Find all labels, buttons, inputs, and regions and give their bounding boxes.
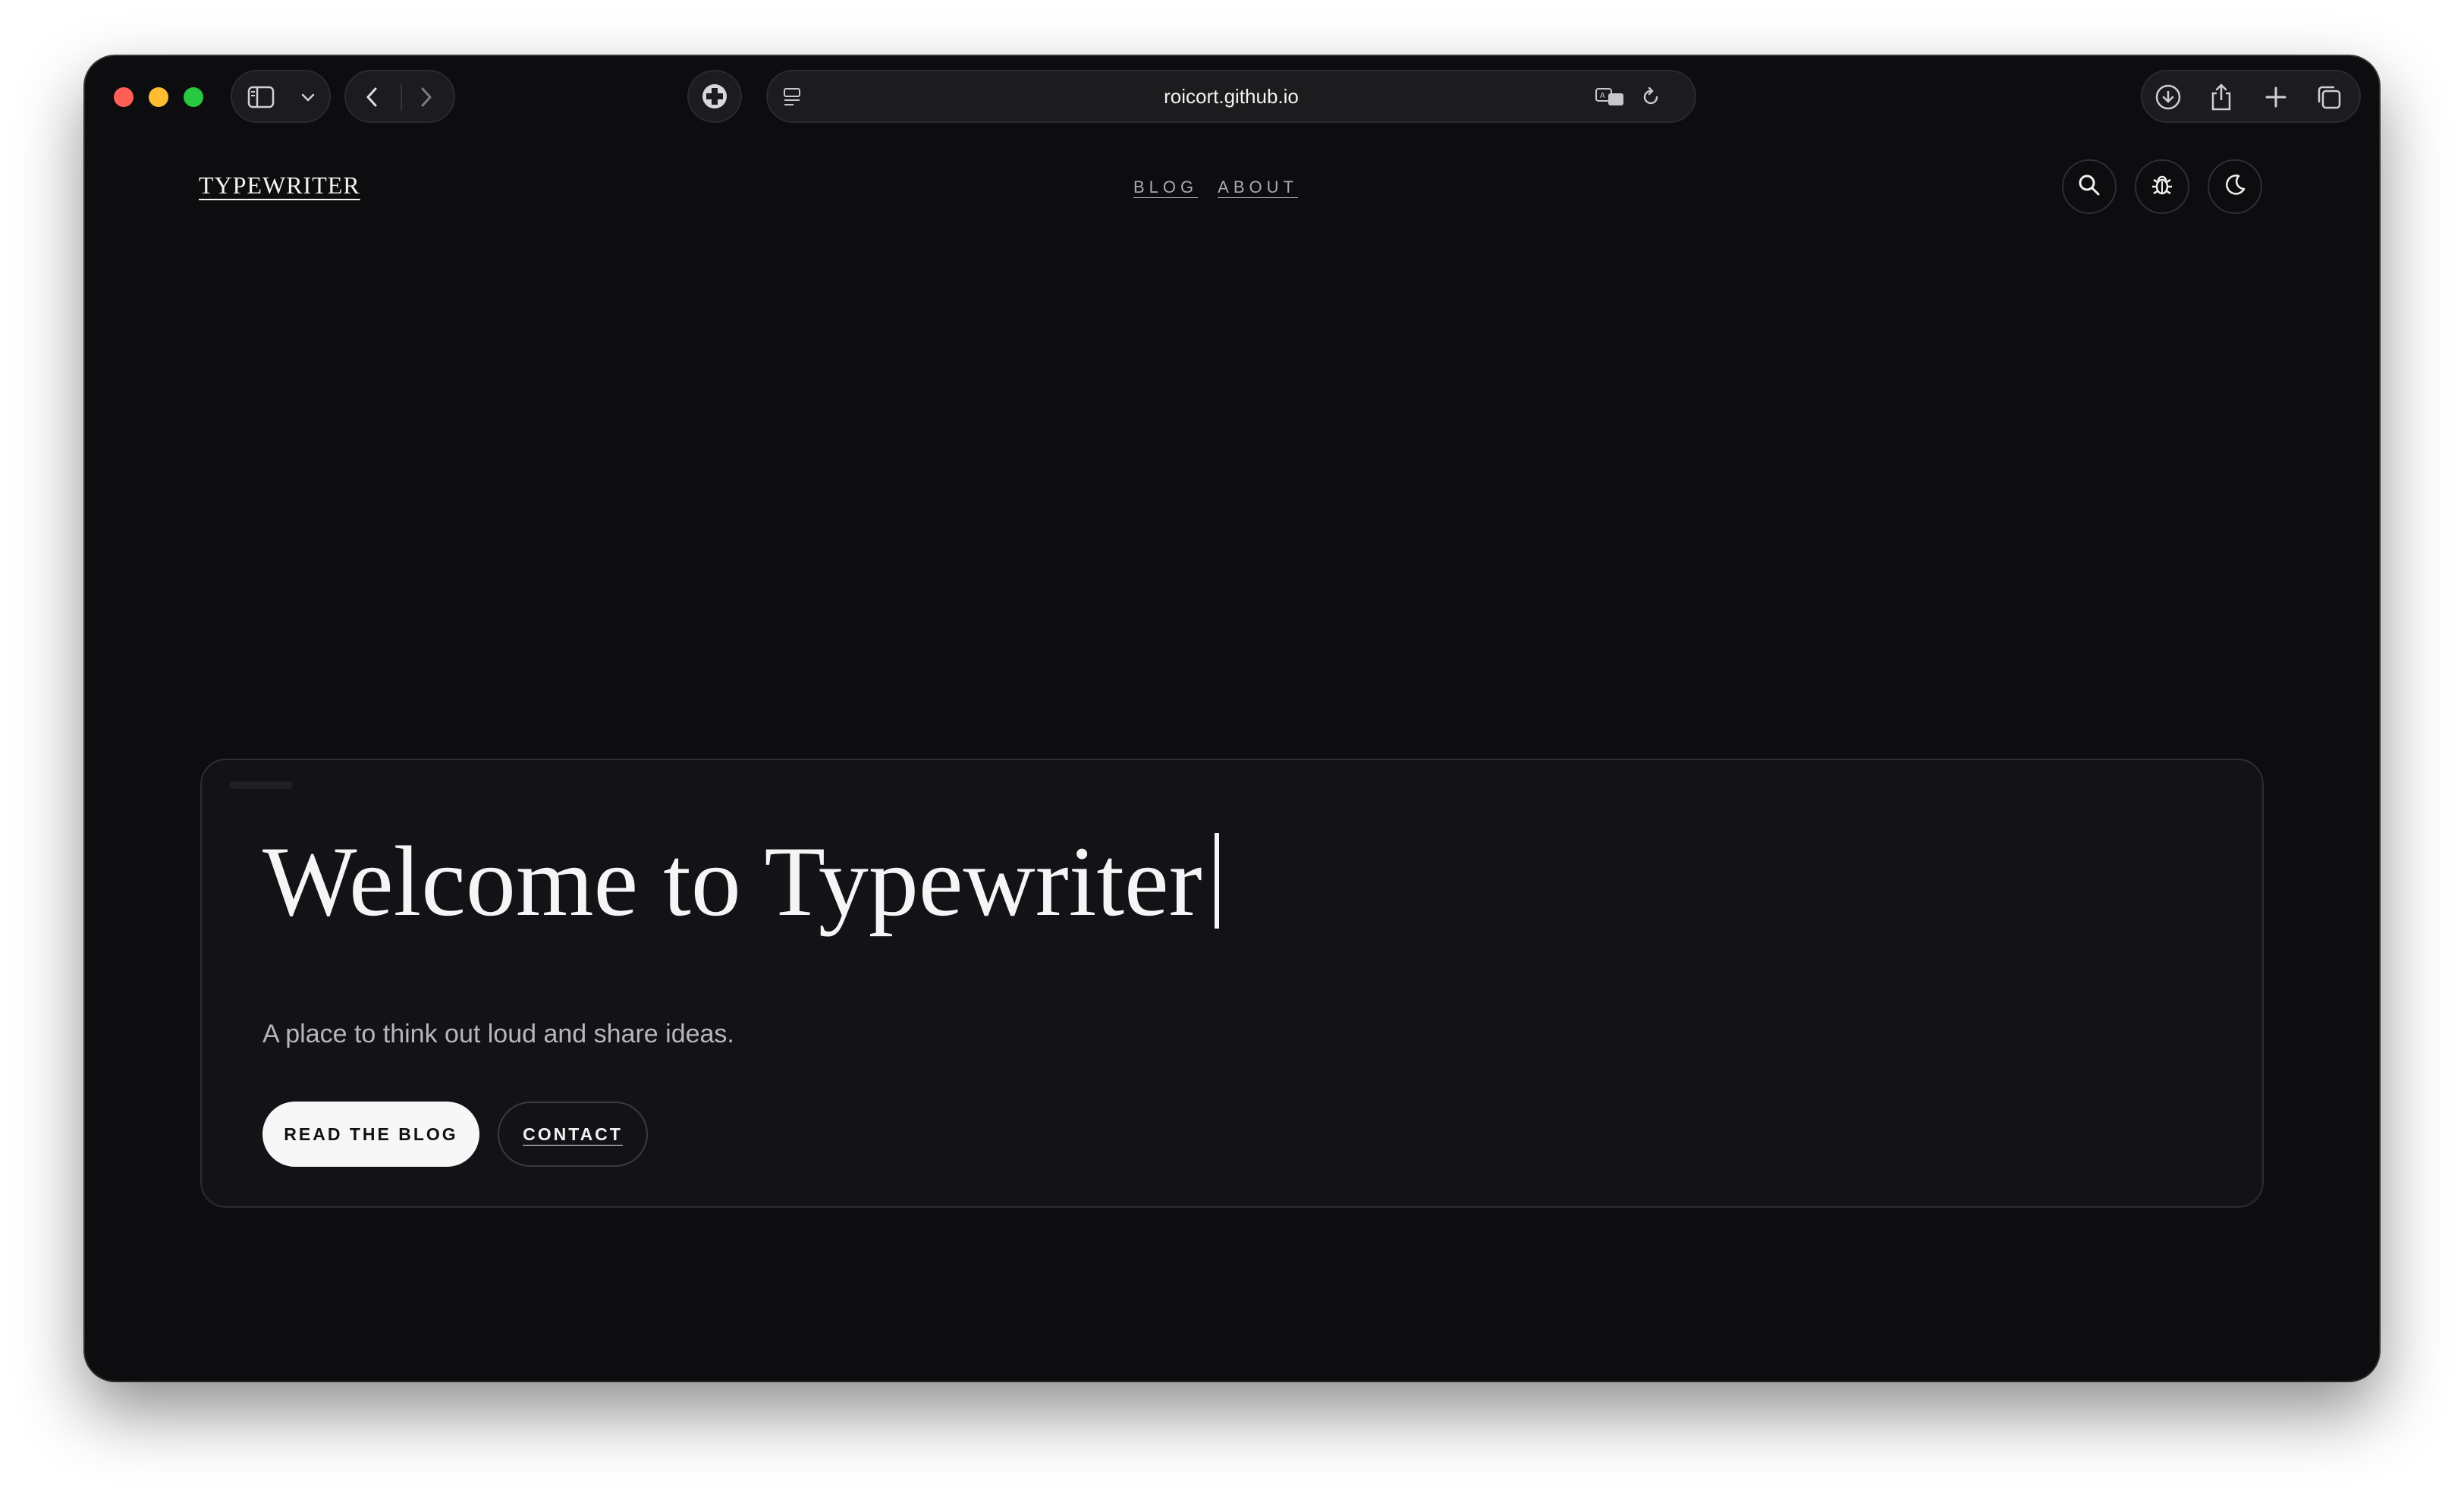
reload-icon[interactable] <box>1637 83 1664 111</box>
forward-arrow-icon[interactable] <box>411 82 442 112</box>
share-icon[interactable] <box>2206 80 2236 114</box>
hero-title-text: Welcome to Typewriter <box>262 825 1202 937</box>
address-bar[interactable]: roicort.github.io A <box>766 70 1696 123</box>
url-text[interactable]: roicort.github.io <box>768 71 1695 121</box>
extension-button[interactable] <box>687 70 742 123</box>
site-nav: BLOG ABOUT <box>1133 178 1298 197</box>
browser-toolbar: roicort.github.io A <box>85 56 2379 135</box>
moon-icon <box>2222 172 2248 202</box>
sidebar-toggle-group <box>231 70 331 123</box>
browser-actions-group <box>2141 70 2361 123</box>
extension-icon <box>702 84 727 108</box>
theme-toggle-button[interactable] <box>2208 159 2262 214</box>
search-button[interactable] <box>2062 159 2117 214</box>
sidebar-icon[interactable] <box>246 82 276 112</box>
contact-button-label: CONTACT <box>523 1124 623 1144</box>
nav-link-blog[interactable]: BLOG <box>1133 178 1198 197</box>
hero-subtitle: A place to think out loud and share idea… <box>262 1020 734 1048</box>
tab-overview-icon[interactable] <box>2314 82 2344 112</box>
translate-icon[interactable]: A <box>1595 83 1625 111</box>
hero-title: Welcome to Typewriter <box>262 821 1219 942</box>
typing-cursor <box>1214 833 1219 929</box>
back-arrow-icon[interactable] <box>357 82 387 112</box>
plus-icon[interactable] <box>2261 82 2291 112</box>
close-window-button[interactable] <box>114 87 134 107</box>
hero-card: Welcome to Typewriter A place to think o… <box>200 759 2264 1208</box>
browser-window: roicort.github.io A TYPEWRITER BLOG ABOU… <box>85 56 2379 1381</box>
zoom-window-button[interactable] <box>184 87 203 107</box>
svg-text:A: A <box>1600 92 1605 100</box>
read-the-blog-button[interactable]: READ THE BLOG <box>262 1102 479 1167</box>
minimize-window-button[interactable] <box>149 87 168 107</box>
bug-icon <box>2149 172 2175 202</box>
nav-link-about[interactable]: ABOUT <box>1218 178 1298 197</box>
search-icon <box>2076 172 2102 202</box>
debug-button[interactable] <box>2135 159 2189 214</box>
chevron-down-icon[interactable] <box>293 82 323 112</box>
download-icon[interactable] <box>2153 82 2183 112</box>
history-nav-group <box>344 70 455 123</box>
nav-divider <box>401 83 402 111</box>
site-logo[interactable]: TYPEWRITER <box>199 171 360 200</box>
card-handle <box>229 781 293 789</box>
contact-button[interactable]: CONTACT <box>498 1102 648 1167</box>
